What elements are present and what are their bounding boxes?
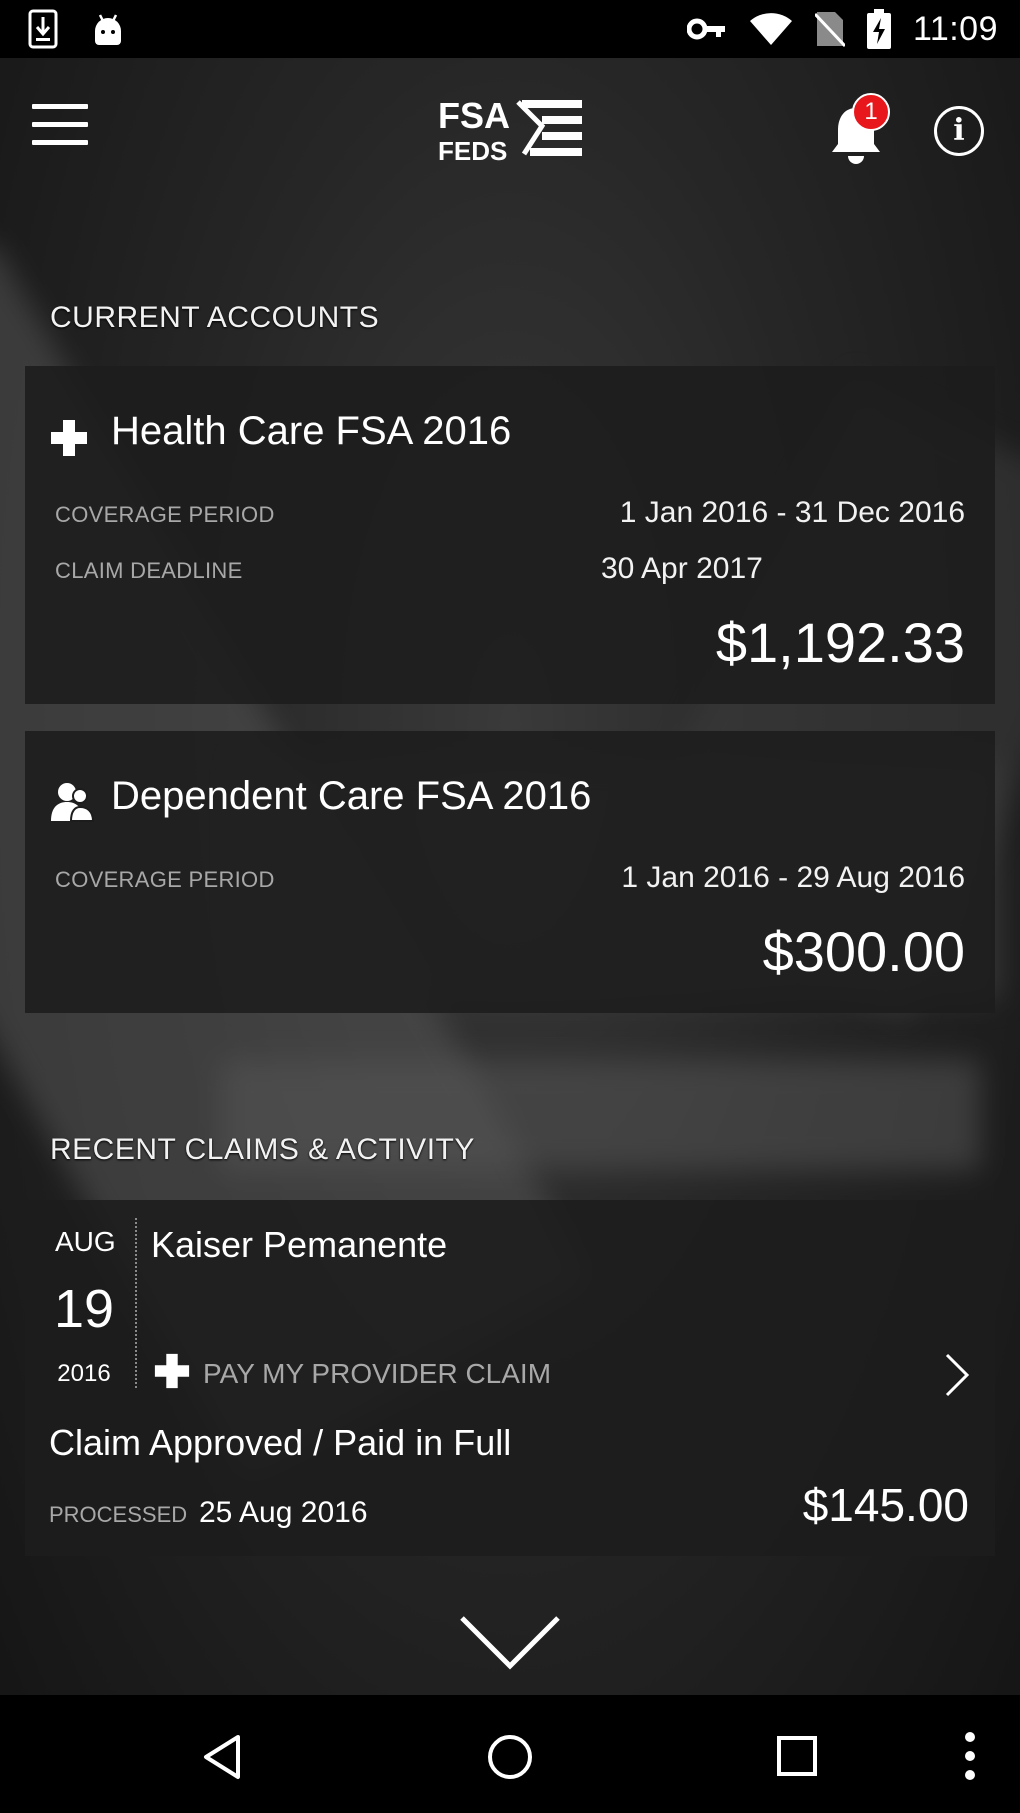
back-icon[interactable]	[200, 1733, 244, 1781]
vpn-key-icon	[686, 18, 725, 40]
wifi-icon	[749, 13, 792, 45]
battery-charging-icon	[866, 9, 891, 49]
clock: 11:09	[912, 9, 998, 48]
coverage-period-value: 1 Jan 2016 - 29 Aug 2016	[621, 861, 965, 894]
system-nav-bar	[0, 1695, 1020, 1813]
date-divider	[135, 1218, 137, 1388]
provider-name: Kaiser Pemanente	[151, 1224, 448, 1265]
coverage-period-label: COVERAGE PERIOD	[55, 502, 275, 527]
claim-month: AUG	[55, 1226, 116, 1257]
claim-day: 19	[53, 1279, 115, 1339]
hamburger-menu-icon[interactable]	[32, 104, 88, 152]
account-balance: $300.00	[762, 920, 965, 983]
chevron-right-icon[interactable]	[943, 1352, 971, 1398]
processed-label: PROCESSED	[49, 1502, 188, 1527]
current-accounts-heading: CURRENT ACCOUNTS	[50, 301, 380, 334]
account-title: Dependent Care FSA 2016	[111, 774, 592, 818]
recent-claims-heading: RECENT CLAIMS & ACTIVITY	[50, 1133, 475, 1166]
claim-type: PAY MY PROVIDER CLAIM	[203, 1358, 552, 1389]
coverage-period-value: 1 Jan 2016 - 31 Dec 2016	[619, 496, 965, 529]
people-icon	[51, 783, 95, 822]
chevron-down-icon[interactable]	[458, 1612, 562, 1672]
processed-date: 25 Aug 2016	[199, 1496, 368, 1529]
logo-text-feds: FEDS	[438, 136, 507, 164]
claim-card[interactable]: AUG 19 2016 Kaiser Pemanente PAY MY PROV…	[25, 1200, 995, 1556]
recents-icon[interactable]	[776, 1735, 818, 1777]
info-icon[interactable]: i	[934, 106, 984, 156]
medical-cross-icon	[51, 420, 87, 456]
coverage-period-label: COVERAGE PERIOD	[55, 867, 275, 892]
no-sim-icon	[814, 12, 845, 48]
android-icon	[95, 14, 121, 45]
app-bar: FSA FEDS 1 i	[0, 58, 1020, 198]
overflow-menu-icon[interactable]	[962, 1731, 978, 1781]
fsafeds-logo: FSA FEDS	[438, 95, 582, 164]
claim-amount: $145.00	[802, 1479, 969, 1531]
notification-badge: 1	[852, 93, 890, 131]
account-card-dependent-care[interactable]: Dependent Care FSA 2016 COVERAGE PERIOD …	[25, 731, 995, 1013]
home-icon[interactable]	[486, 1733, 534, 1781]
claim-deadline-value: 30 Apr 2017	[601, 552, 763, 585]
claim-year: 2016	[57, 1360, 111, 1387]
medical-cross-icon	[154, 1353, 190, 1389]
download-icon	[28, 9, 58, 49]
claim-status: Claim Approved / Paid in Full	[49, 1422, 512, 1463]
logo-text-fsa: FSA	[438, 95, 510, 136]
account-balance: $1,192.33	[715, 611, 965, 674]
account-card-health-care[interactable]: Health Care FSA 2016 COVERAGE PERIOD 1 J…	[25, 366, 995, 704]
account-title: Health Care FSA 2016	[111, 409, 512, 453]
claim-deadline-label: CLAIM DEADLINE	[55, 558, 243, 583]
status-bar: 11:09	[0, 0, 1020, 58]
